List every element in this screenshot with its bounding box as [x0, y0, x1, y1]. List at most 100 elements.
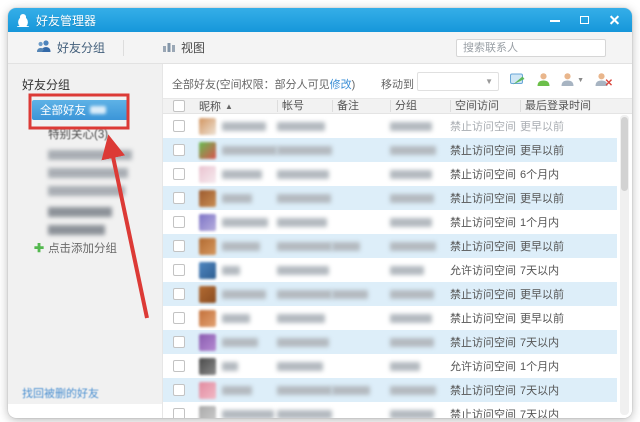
row-checkbox[interactable]: [173, 384, 185, 396]
nickname-blurred: [222, 241, 260, 251]
row-checkbox[interactable]: [173, 360, 185, 372]
minimize-button[interactable]: [548, 13, 562, 27]
column-header-group[interactable]: 分组: [390, 100, 450, 112]
row-checkbox[interactable]: [173, 168, 185, 180]
remark-blurred: [332, 289, 368, 299]
table-row[interactable]: 禁止访问空间 6个月内: [163, 162, 617, 186]
sidebar-item-group-blurred[interactable]: [48, 182, 132, 200]
sidebar-item-group-blurred[interactable]: [48, 146, 132, 164]
group-blurred: [390, 265, 424, 275]
column-header-last-login[interactable]: 最后登录时间: [520, 100, 632, 112]
row-checkbox[interactable]: [173, 288, 185, 300]
search-input[interactable]: [456, 39, 606, 57]
chevron-down-icon: ▼: [577, 77, 584, 84]
profile-icon[interactable]: [535, 71, 553, 89]
table-row[interactable]: 禁止访问空间 7天以内: [163, 402, 617, 418]
row-checkbox[interactable]: [173, 408, 185, 418]
add-group-button[interactable]: ✚ 点击添加分组: [34, 240, 117, 256]
space-access: 禁止访问空间: [450, 313, 516, 325]
permission-text-suffix: ): [351, 79, 356, 91]
nickname-blurred: [222, 337, 258, 347]
sidebar-item-all-friends[interactable]: 全部好友: [32, 100, 128, 120]
table-row[interactable]: 禁止访问空间 更早以前: [163, 138, 617, 162]
row-checkbox[interactable]: [173, 192, 185, 204]
space-access: 允许访问空间: [450, 265, 516, 277]
avatar: [199, 357, 216, 375]
sidebar-item-group-blurred[interactable]: [48, 164, 132, 182]
sidebar-item-group-blurred[interactable]: [48, 221, 132, 239]
recover-deleted-friends-link[interactable]: 找回被删的好友: [22, 385, 99, 401]
row-checkbox[interactable]: [173, 216, 185, 228]
group-blurred: [390, 145, 436, 155]
group-blurred: [390, 193, 434, 203]
maximize-button[interactable]: [578, 13, 592, 27]
modify-link[interactable]: 修改: [330, 79, 352, 91]
sidebar-item-special-care[interactable]: 特别关心(3): [48, 126, 108, 142]
friend-manager-window: 好友管理器 好友分组 视图 好: [8, 8, 632, 418]
group-blurred: [390, 241, 436, 251]
space-access: 禁止访问空间: [450, 169, 516, 181]
last-login: 更早以前: [520, 241, 564, 253]
space-access: 允许访问空间: [450, 361, 516, 373]
avatar: [199, 165, 216, 183]
table-row[interactable]: 禁止访问空间 更早以前: [163, 114, 617, 138]
row-checkbox[interactable]: [173, 144, 185, 156]
toolbar-view-button[interactable]: 视图: [154, 35, 213, 60]
vertical-scrollbar[interactable]: [620, 115, 629, 415]
row-checkbox[interactable]: [173, 120, 185, 132]
row-checkbox[interactable]: [173, 312, 185, 324]
space-access: 禁止访问空间: [450, 337, 516, 349]
table-header-row: 昵称 ▲ 帐号 备注 分组 空间访问 最后登录时间: [163, 98, 632, 114]
all-friends-label: 全部好友: [40, 105, 86, 117]
delete-x-icon: ✕: [604, 78, 613, 89]
nickname-blurred: [222, 385, 252, 395]
table-row[interactable]: 禁止访问空间 1个月内: [163, 210, 617, 234]
account-blurred: [277, 241, 332, 251]
delete-friend-icon[interactable]: ✕: [593, 71, 613, 89]
row-checkbox[interactable]: [173, 240, 185, 252]
message-icon[interactable]: [509, 71, 527, 89]
sidebar-header: 好友分组: [22, 78, 71, 92]
column-header-account[interactable]: 帐号: [277, 100, 332, 112]
table-row[interactable]: 允许访问空间 1个月内: [163, 354, 617, 378]
toolbar-separator: [123, 39, 125, 56]
group-name-blurred: [48, 150, 132, 160]
table-row[interactable]: 禁止访问空间 7天以内: [163, 378, 617, 402]
close-button[interactable]: [608, 13, 622, 27]
table-row[interactable]: 禁止访问空间 7天以内: [163, 330, 617, 354]
select-all-checkbox[interactable]: [173, 100, 185, 112]
permission-text: 全部好友(空间权限：部分人可见: [172, 79, 330, 91]
column-header-nickname[interactable]: 昵称 ▲: [191, 98, 277, 114]
toolbar-friend-groups-button[interactable]: 好友分组: [28, 35, 113, 60]
nickname-blurred: [222, 289, 266, 299]
nickname-blurred: [222, 409, 274, 418]
group-blurred: [390, 313, 432, 323]
last-login: 1个月内: [520, 217, 560, 229]
row-checkbox[interactable]: [173, 336, 185, 348]
space-access: 禁止访问空间: [450, 121, 516, 133]
sidebar-item-group-blurred[interactable]: [48, 203, 132, 221]
table-row[interactable]: 禁止访问空间 更早以前: [163, 306, 617, 330]
avatar: [199, 237, 216, 255]
avatar: [199, 117, 216, 135]
table-row[interactable]: 禁止访问空间 更早以前: [163, 282, 617, 306]
friend-manage-icon[interactable]: ▼: [559, 71, 584, 89]
group-blurred: [390, 409, 434, 418]
permission-info: 全部好友(空间权限：部分人可见修改): [172, 76, 355, 92]
table-row[interactable]: 允许访问空间 7天以内: [163, 258, 617, 282]
row-checkbox[interactable]: [173, 264, 185, 276]
column-header-remark[interactable]: 备注: [332, 100, 390, 112]
column-header-space-access[interactable]: 空间访问: [450, 100, 520, 112]
titlebar[interactable]: 好友管理器: [8, 8, 632, 32]
avatar: [199, 309, 216, 327]
group-blurred: [390, 169, 432, 179]
table-row[interactable]: 禁止访问空间 更早以前: [163, 234, 617, 258]
account-blurred: [277, 217, 327, 227]
scrollbar-thumb[interactable]: [621, 117, 628, 191]
remark-blurred: [332, 385, 370, 395]
last-login: 7天以内: [520, 337, 560, 349]
nickname-blurred: [222, 145, 277, 155]
move-to-dropdown[interactable]: ▼: [417, 72, 499, 91]
table-row[interactable]: 禁止访问空间 更早以前: [163, 186, 617, 210]
friend-groups-icon: [36, 39, 52, 56]
